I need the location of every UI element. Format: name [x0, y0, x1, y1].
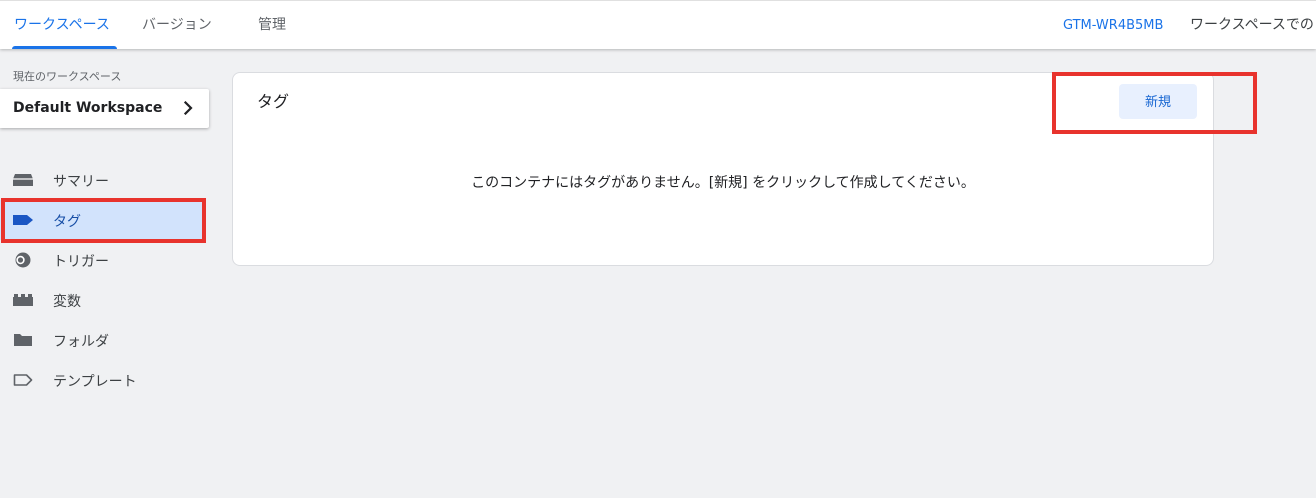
current-workspace-caption: 現在のワークスペース [13, 70, 122, 83]
tab-workspace[interactable]: ワークスペース [12, 1, 117, 49]
tags-card: タグ 新規 このコンテナにはタグがありません。[新規] をクリックして作成してく… [232, 72, 1214, 266]
sidebar-item-triggers[interactable]: トリガー [0, 240, 205, 280]
workspace-name: Default Workspace [13, 100, 163, 116]
tab-versions[interactable]: バージョン [142, 1, 212, 49]
tag-icon [13, 215, 33, 225]
sidebar-item-templates[interactable]: テンプレート [0, 360, 205, 400]
card-title: タグ [257, 92, 290, 111]
container-id-link[interactable]: GTM-WR4B5MB [1063, 1, 1163, 49]
new-tag-button[interactable]: 新規 [1119, 84, 1197, 119]
workspace-selector[interactable]: Default Workspace [0, 89, 209, 128]
sidebar-item-label: フォルダ [53, 334, 109, 350]
sidebar-item-label: トリガー [53, 254, 109, 270]
workspace-changes-label: ワークスペースでの [1190, 17, 1314, 33]
sidebar-item-label: 変数 [53, 294, 81, 310]
active-tab-indicator [12, 46, 117, 49]
top-navigation-bar: ワークスペース バージョン 管理 GTM-WR4B5MB ワークスペースでの [0, 0, 1316, 49]
chevron-right-icon [183, 101, 193, 115]
trigger-icon [15, 252, 31, 268]
folder-icon [14, 334, 32, 346]
variables-icon [13, 294, 33, 306]
sidebar-item-overview[interactable]: サマリー [0, 160, 205, 200]
tab-admin-label: 管理 [258, 17, 286, 33]
sidebar-item-tags[interactable]: タグ [0, 200, 205, 240]
sidebar-item-variables[interactable]: 変数 [0, 280, 205, 320]
overview-icon [13, 174, 33, 186]
template-icon [13, 374, 33, 386]
sidebar-item-label: テンプレート [53, 374, 137, 390]
sidebar-item-label: サマリー [53, 174, 109, 190]
tab-workspace-label: ワークスペース [14, 17, 110, 33]
sidebar-item-label: タグ [53, 214, 81, 230]
empty-state-message: このコンテナにはタグがありません。[新規] をクリックして作成してください。 [471, 175, 975, 191]
tab-versions-label: バージョン [142, 17, 212, 33]
sidebar-item-folders[interactable]: フォルダ [0, 320, 205, 360]
tab-admin[interactable]: 管理 [258, 1, 286, 49]
